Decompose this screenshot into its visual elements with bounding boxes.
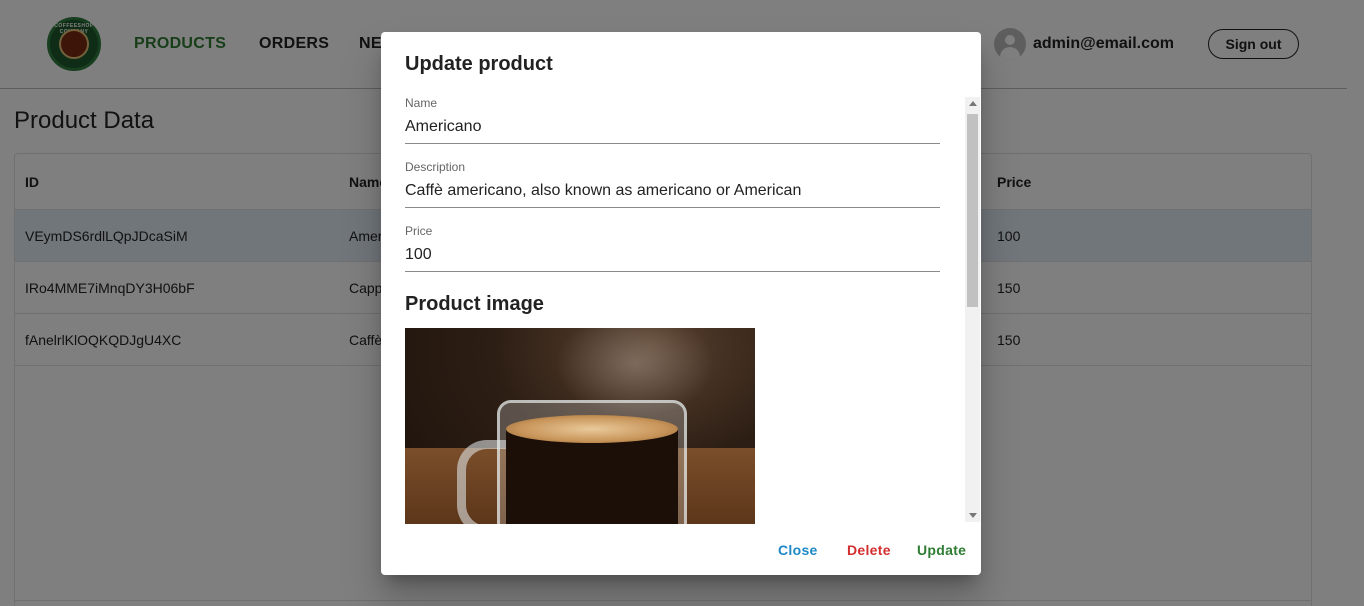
coffee-mug [497, 400, 687, 524]
scroll-up-arrow-icon[interactable] [969, 101, 977, 106]
description-input[interactable] [405, 178, 940, 204]
description-field-label: Description [405, 160, 466, 174]
dialog-content: Name Description Price Product image [405, 96, 940, 524]
update-button[interactable]: Update [917, 538, 966, 562]
dialog-scrollbar[interactable] [965, 97, 980, 522]
name-field-label: Name [405, 96, 438, 110]
product-image[interactable] [405, 328, 755, 524]
scrollbar-thumb[interactable] [967, 114, 978, 307]
update-product-dialog: Update product Name Description Price Pr… [381, 32, 981, 575]
price-input[interactable] [405, 242, 940, 268]
dialog-title: Update product [405, 53, 553, 75]
price-field-label: Price [405, 224, 433, 238]
description-field: Description [405, 160, 940, 208]
coffee-liquid [506, 429, 678, 524]
delete-button[interactable]: Delete [847, 538, 891, 562]
name-input[interactable] [405, 114, 940, 140]
close-button[interactable]: Close [778, 538, 818, 562]
name-field: Name [405, 96, 940, 144]
price-field: Price [405, 224, 940, 272]
product-image-heading: Product image [405, 293, 544, 315]
coffee-crema [506, 415, 678, 443]
dialog-actions: Close Delete Update [381, 528, 981, 575]
scroll-down-arrow-icon[interactable] [969, 513, 977, 518]
